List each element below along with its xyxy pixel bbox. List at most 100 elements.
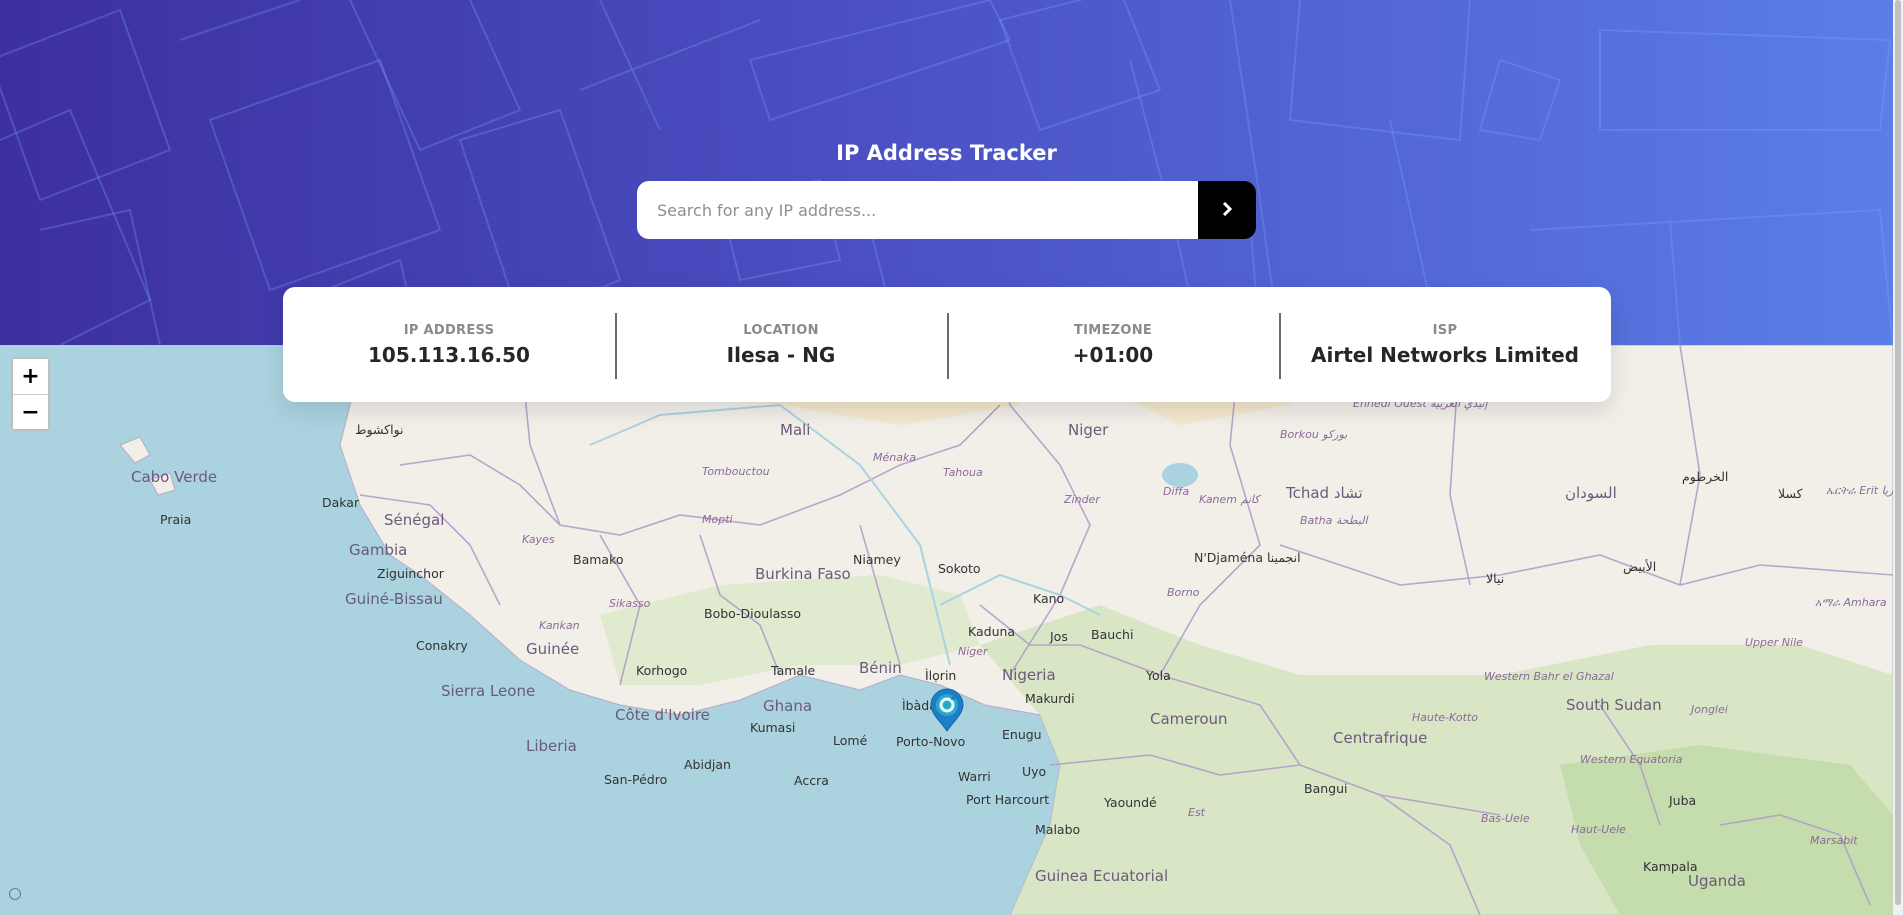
map-label-ndjamena: N'Djaména انجمينا — [1194, 550, 1301, 565]
info-isp: ISP Airtel Networks Limited — [1279, 311, 1611, 379]
map-label-bamako: Bamako — [573, 552, 624, 567]
map-label-amhara: አማራ Amhara — [1815, 596, 1887, 609]
map-label-niger: Niger — [1068, 421, 1109, 439]
map-label-diffa: Diffa — [1163, 485, 1190, 498]
info-location-label: LOCATION — [743, 322, 819, 338]
map-label-tombouctou: Tombouctou — [702, 465, 770, 478]
map-label-jonglei: Jonglei — [1691, 703, 1728, 716]
map-label-yola: Yola — [1146, 668, 1171, 683]
map-label-senegal: Sénégal — [384, 511, 445, 529]
map-label-cameroun: Cameroun — [1150, 710, 1228, 728]
ip-info-card: IP ADDRESS 105.113.16.50 LOCATION Ilesa … — [283, 287, 1611, 402]
map-label-mali: Mali — [780, 421, 811, 439]
map-label-marsabit: Marsabit — [1810, 834, 1858, 847]
map-label-gambia: Gambia — [349, 541, 408, 559]
map-label-bauchi: Bauchi — [1091, 627, 1134, 642]
map-label-kankan: Kankan — [539, 619, 580, 632]
map-label-westernbahr: Western Bahr el Ghazal — [1484, 670, 1614, 683]
map-label-dakar: Dakar — [322, 495, 360, 510]
map-label-ghana: Ghana — [763, 697, 813, 715]
map-label-cotedivoire: Côte d'Ivoire — [615, 706, 710, 724]
map-label-menaka: Ménaka — [873, 451, 917, 464]
map-label-zinder: Zinder — [1064, 493, 1100, 506]
zoom-in-button[interactable]: + — [13, 359, 48, 394]
map-label-eritrea: ኤርትራ Erit ارتريا — [1826, 484, 1893, 497]
page-title: IP Address Tracker — [836, 141, 1057, 165]
info-ip-value: 105.113.16.50 — [368, 342, 530, 367]
map-label-kassala: كسلا — [1778, 486, 1803, 501]
search-submit-button[interactable] — [1198, 181, 1256, 239]
map-label-tahoua: Tahoua — [943, 466, 983, 479]
map-label-lome: Lomé — [833, 733, 868, 748]
map-label-tchad: Tchad تشاد — [1286, 484, 1363, 502]
map-label-uppernile: Upper Nile — [1745, 636, 1803, 649]
map-label-guinebissau: Guiné-Bissau — [345, 590, 443, 608]
map-label-est: Est — [1188, 806, 1205, 819]
info-location: LOCATION Ilesa - NG — [615, 311, 947, 379]
info-ip-address: IP ADDRESS 105.113.16.50 — [283, 311, 615, 379]
map-label-westernequatoria: Western Equatoria — [1580, 753, 1683, 766]
map-label-sokoto: Sokoto — [938, 561, 981, 576]
map-label-praia: Praia — [160, 512, 192, 527]
info-isp-value: Airtel Networks Limited — [1311, 342, 1579, 367]
map-label-uganda: Uganda — [1688, 872, 1746, 890]
map-label-portonovo: Porto-Novo — [896, 734, 966, 749]
map-label-guinee: Guinée — [526, 640, 580, 658]
map-label-accra: Accra — [794, 773, 829, 788]
info-timezone-label: TIMEZONE — [1073, 322, 1153, 338]
map-label-mopti: Mopti — [702, 513, 733, 526]
map-label-warri: Warri — [958, 769, 991, 784]
page-scrollbar[interactable] — [1893, 0, 1903, 915]
map-label-tamale: Tamale — [771, 663, 816, 678]
map-label-kampala: Kampala — [1643, 859, 1698, 874]
map-label-khartoum: الخرطوم — [1682, 469, 1729, 484]
map-label-burkina: Burkina Faso — [755, 565, 851, 583]
map-label-conakry: Conakry — [416, 638, 468, 653]
map-label-sierraleone: Sierra Leone — [441, 682, 536, 700]
map-label-kumasi: Kumasi — [750, 720, 796, 735]
chevron-right-icon — [1222, 201, 1233, 219]
info-timezone-value: +01:00 — [1072, 342, 1154, 367]
map-label-juba: Juba — [1669, 793, 1697, 808]
attribution-info-icon[interactable] — [9, 888, 21, 900]
location-pin-icon[interactable] — [929, 688, 965, 736]
map-label-uyo: Uyo — [1022, 764, 1047, 779]
map-label-sanpedro: San-Pédro — [604, 772, 668, 787]
map-label-liberia: Liberia — [526, 737, 577, 755]
map-label-basuele: Bas-Uele — [1481, 812, 1530, 825]
map-label-malabo: Malabo — [1035, 822, 1081, 837]
map-label-jos: Jos — [1050, 629, 1068, 644]
map-label-portharcourt: Port Harcourt — [966, 792, 1050, 807]
search-input[interactable] — [637, 181, 1198, 239]
map-label-ilorin: Ìlọrin — [925, 668, 957, 683]
map-label-sikasso: Sikasso — [609, 597, 651, 610]
map-label-nouakchott: نواكشوط — [355, 422, 404, 437]
map-label-hautekotto: Haute-Kotto — [1412, 711, 1478, 724]
info-location-value: Ilesa - NG — [726, 342, 836, 367]
map-label-nyala: نيالا — [1486, 571, 1505, 586]
map-label-enugu: Enugu — [1002, 727, 1042, 742]
zoom-out-button[interactable]: − — [13, 394, 48, 429]
map-label-yaounde: Yaoundé — [1104, 795, 1157, 810]
map-label-benin: Bénin — [859, 659, 902, 677]
map-label-borkou: Borkou بوركو — [1280, 428, 1348, 441]
map-label-bangui: Bangui — [1304, 781, 1348, 796]
zoom-control: + − — [11, 357, 50, 431]
map-label-nigeria: Nigeria — [1002, 666, 1056, 684]
map-label-centrafrique: Centrafrique — [1333, 729, 1428, 747]
info-ip-label: IP ADDRESS — [403, 322, 495, 338]
map-view[interactable]: Mali Niger Tchad تشاد Sénégal Gambia Gui… — [0, 345, 1893, 915]
map-label-ziguinchor: Ziguinchor — [377, 566, 444, 581]
map-label-guineaeq: Guinea Ecuatorial — [1035, 867, 1169, 885]
map-label-abidjan: Abidjan — [684, 757, 731, 772]
scrollbar-thumb[interactable] — [1895, 0, 1901, 905]
map-label-korhogo: Korhogo — [636, 663, 688, 678]
map-label-borno: Borno — [1167, 586, 1200, 599]
map-label-kano: Kano — [1033, 591, 1065, 606]
map-label-caboverde: Cabo Verde — [131, 468, 218, 486]
map-label-nigerriver: Niger — [958, 645, 988, 658]
map-label-bobo: Bobo-Dioulasso — [704, 606, 802, 621]
map-label-kaduna: Kaduna — [968, 624, 1016, 639]
map-label-sudan: السودان — [1565, 484, 1617, 502]
map-label-ubayyid: الأبيض — [1623, 559, 1657, 574]
